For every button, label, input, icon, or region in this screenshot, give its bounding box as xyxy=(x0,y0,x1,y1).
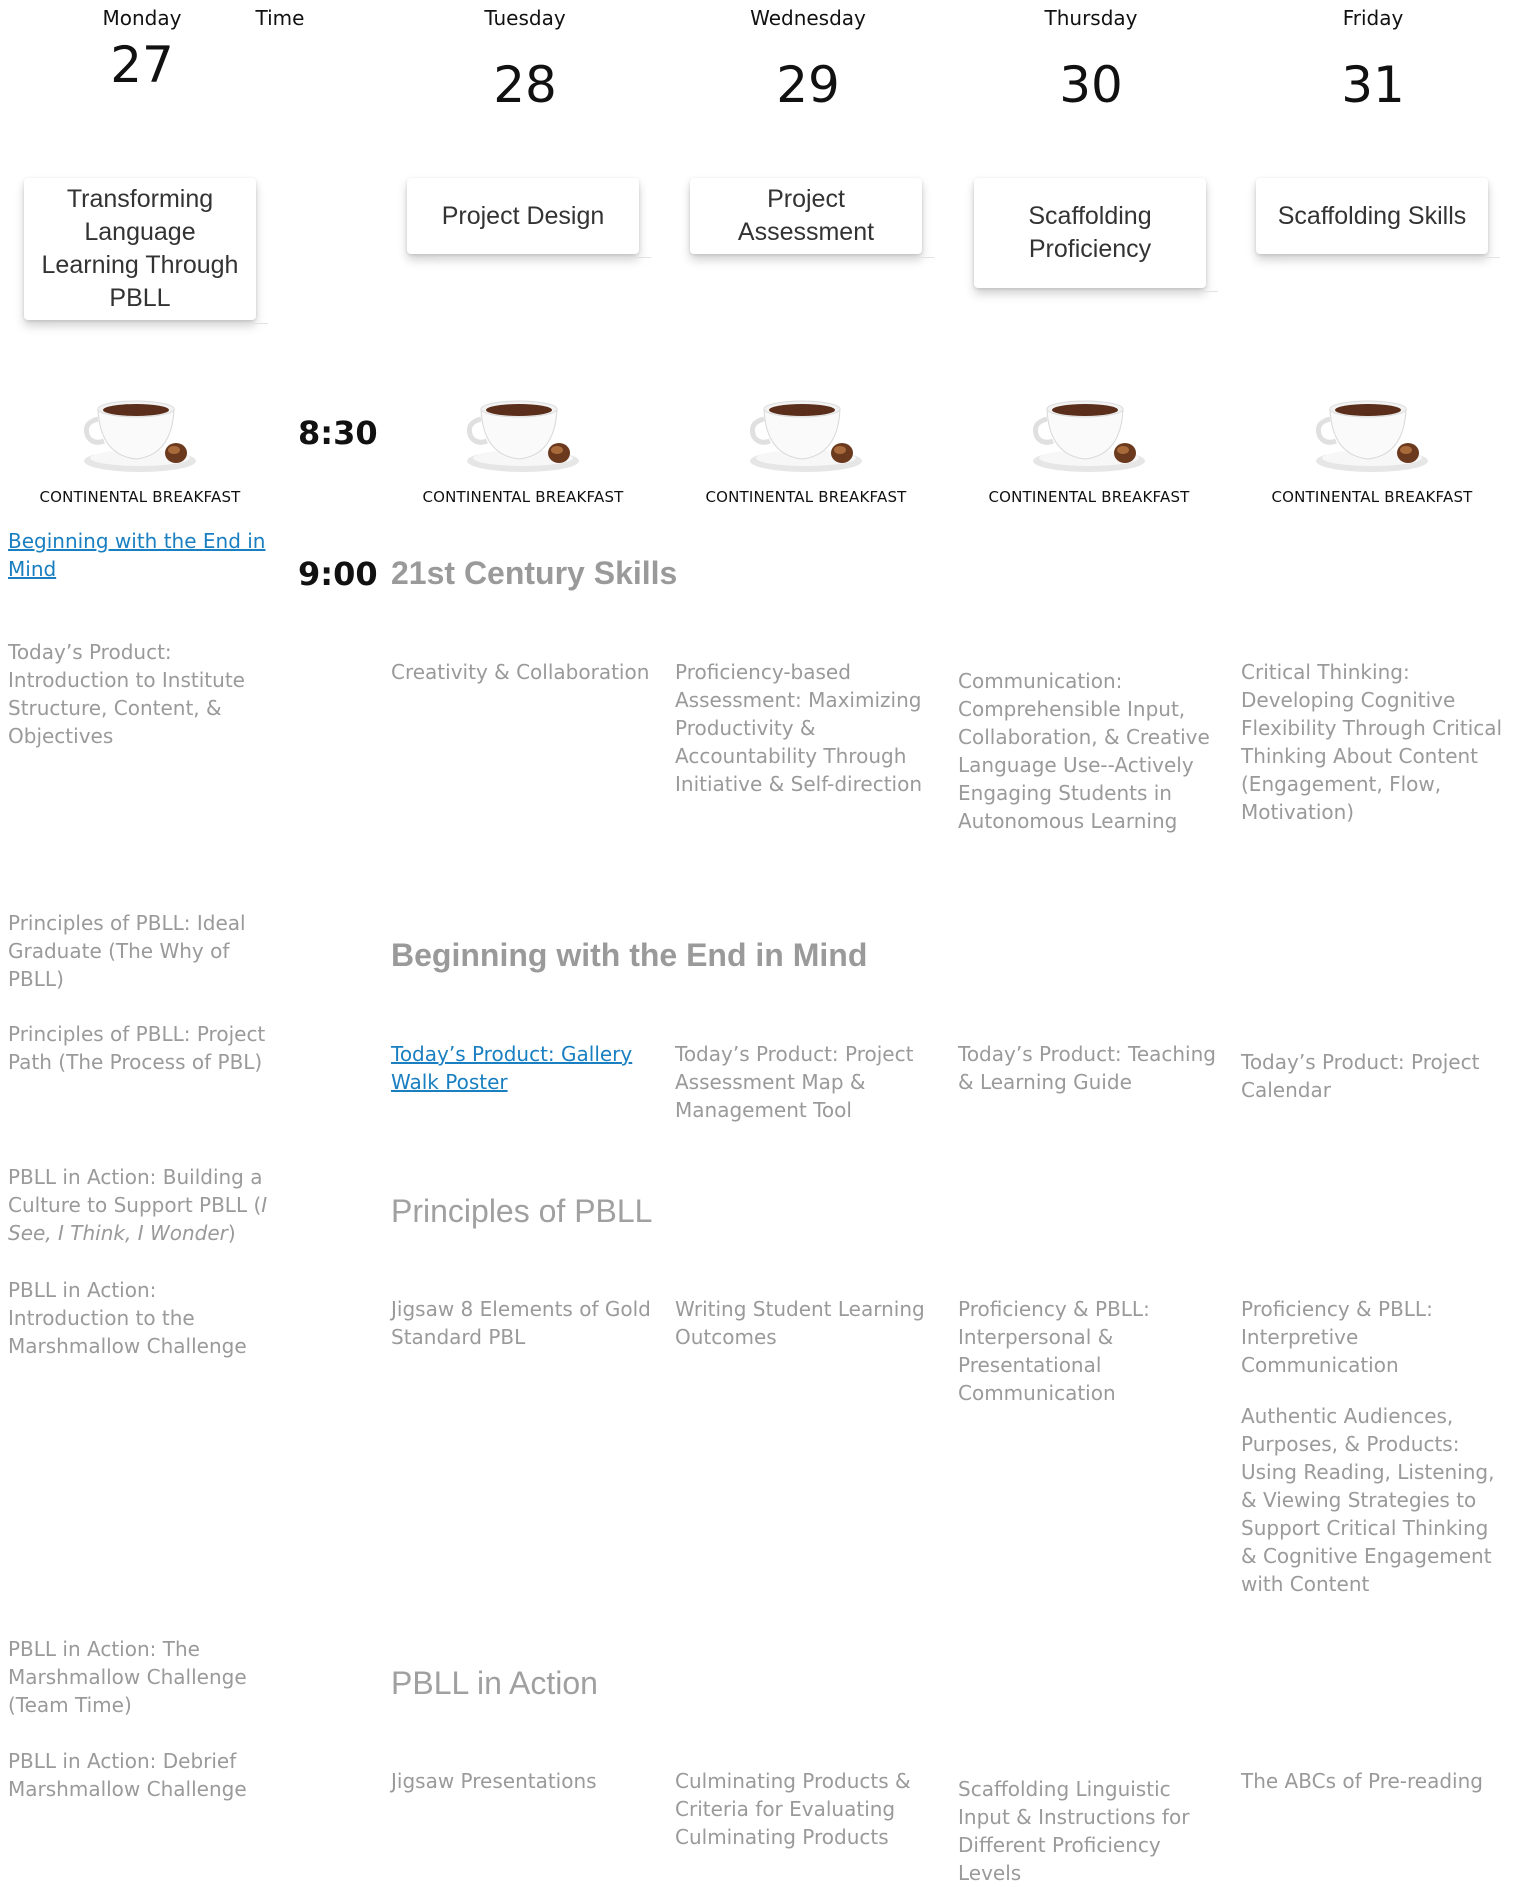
day-number-thursday: 30 xyxy=(1059,56,1123,114)
monday-action-2: PBLL in Action: Introduction to the Mars… xyxy=(8,1278,247,1358)
monday-principles-1: Principles of PBLL: Ideal Graduate (The … xyxy=(8,911,246,991)
principles-tuesday: Jigsaw 8 Elements of Gold Standard PBL xyxy=(391,1297,651,1349)
end-in-mind-wednesday: Today’s Product: Project Assessment Map … xyxy=(675,1042,914,1122)
skills-tuesday: Creativity & Collaboration xyxy=(391,660,650,684)
monday-action-1: PBLL in Action: Building a Culture to Su… xyxy=(8,1165,268,1245)
time-900: 9:00 xyxy=(298,555,378,593)
gallery-walk-poster-link[interactable]: Today’s Product: Gallery Walk Poster xyxy=(391,1040,653,1096)
day-name-monday: Monday xyxy=(102,6,182,30)
in-action-friday: The ABCs of Pre-reading xyxy=(1241,1769,1483,1793)
breakfast-label-friday: CONTINENTAL BREAKFAST xyxy=(1271,488,1473,506)
day-number-friday: 31 xyxy=(1341,56,1405,114)
monday-action-4: PBLL in Action: Debrief Marshmallow Chal… xyxy=(8,1749,247,1801)
day-number-monday: 27 xyxy=(110,36,174,94)
day-number-tuesday: 28 xyxy=(493,56,557,114)
day-name-tuesday: Tuesday xyxy=(484,6,566,30)
theme-card-tuesday: Project Design xyxy=(407,178,651,258)
coffee-cup-icon xyxy=(1312,395,1432,475)
theme-card-wednesday: Project Assessment xyxy=(690,178,934,258)
principles-friday-2: Authentic Audiences, Purposes, & Product… xyxy=(1241,1404,1495,1596)
end-in-mind-thursday: Today’s Product: Teaching & Learning Gui… xyxy=(958,1042,1216,1094)
skills-friday: Critical Thinking: Developing Cognitive … xyxy=(1241,660,1503,824)
breakfast-label-monday: CONTINENTAL BREAKFAST xyxy=(39,488,241,506)
monday-principles-2: Principles of PBLL: Project Path (The Pr… xyxy=(8,1022,266,1074)
in-action-wednesday: Culminating Products & Criteria for Eval… xyxy=(675,1769,911,1849)
principles-thursday: Proficiency & PBLL: Interpersonal & Pres… xyxy=(958,1297,1150,1405)
breakfast-label-thursday: CONTINENTAL BREAKFAST xyxy=(988,488,1190,506)
in-action-thursday: Scaffolding Linguistic Input & Instructi… xyxy=(958,1777,1190,1885)
heading-principles-of-pbll: Principles of PBLL xyxy=(391,1193,653,1229)
monday-action-3: PBLL in Action: The Marshmallow Challeng… xyxy=(8,1637,247,1717)
day-number-wednesday: 29 xyxy=(776,56,840,114)
beginning-end-in-mind-link[interactable]: Beginning with the End in Mind xyxy=(8,527,268,583)
end-in-mind-friday: Today’s Product: Project Calendar xyxy=(1241,1050,1480,1102)
day-name-thursday: Thursday xyxy=(1044,6,1138,30)
heading-pbll-in-action: PBLL in Action xyxy=(391,1665,598,1701)
day-name-friday: Friday xyxy=(1342,6,1404,30)
theme-card-monday: Transforming Language Learning Through P… xyxy=(24,178,268,324)
heading-end-in-mind: Beginning with the End in Mind xyxy=(391,937,868,973)
coffee-cup-icon xyxy=(463,395,583,475)
breakfast-label-wednesday: CONTINENTAL BREAKFAST xyxy=(705,488,907,506)
theme-card-friday: Scaffolding Skills xyxy=(1256,178,1500,258)
coffee-cup-icon xyxy=(1029,395,1149,475)
heading-21st-century-skills: 21st Century Skills xyxy=(391,555,678,591)
coffee-cup-icon xyxy=(746,395,866,475)
monday-product: Today’s Product: Introduction to Institu… xyxy=(8,640,245,748)
skills-thursday: Communication: Comprehensible Input, Col… xyxy=(958,669,1210,833)
day-name-wednesday: Wednesday xyxy=(750,6,866,30)
time-column-label: Time xyxy=(255,6,305,30)
in-action-tuesday: Jigsaw Presentations xyxy=(391,1769,597,1793)
theme-card-thursday: Scaffolding Proficiency xyxy=(974,178,1218,292)
principles-wednesday: Writing Student Learning Outcomes xyxy=(675,1297,925,1349)
principles-friday: Proficiency & PBLL: Interpretive Communi… xyxy=(1241,1297,1433,1377)
breakfast-label-tuesday: CONTINENTAL BREAKFAST xyxy=(422,488,624,506)
time-830: 8:30 xyxy=(298,414,378,452)
coffee-cup-icon xyxy=(80,395,200,475)
skills-wednesday: Proficiency-based Assessment: Maximizing… xyxy=(675,660,923,796)
